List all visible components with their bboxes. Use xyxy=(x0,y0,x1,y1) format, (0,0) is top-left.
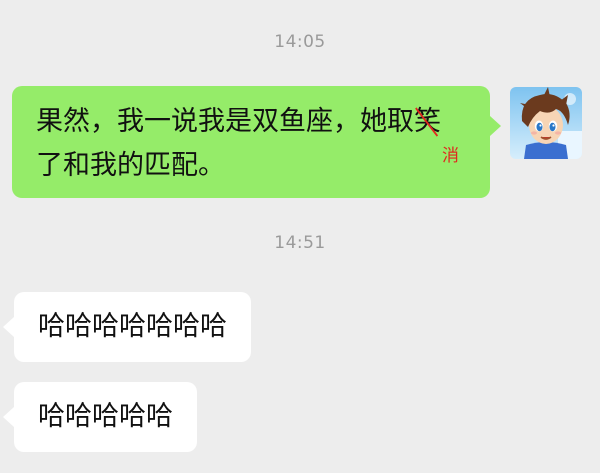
message-line-1: 果然，我一说我是双鱼座，她取笑 xyxy=(36,100,466,144)
correction-annotation: 消 xyxy=(442,146,459,166)
received-message-bubble[interactable]: 哈哈哈哈哈哈哈 xyxy=(3,292,251,362)
message-line-2: 了和我的匹配。 xyxy=(36,150,225,181)
sent-message-bubble[interactable]: 果然，我一说我是双鱼座，她取笑 了和我的匹配。 xyxy=(12,86,501,198)
struck-character: 笑 xyxy=(414,100,441,144)
message-text: 哈哈哈哈哈哈哈 xyxy=(38,311,227,342)
avatar-anime-boy-icon xyxy=(510,87,582,159)
avatar[interactable] xyxy=(510,87,582,159)
received-message-bubble[interactable]: 哈哈哈哈哈 xyxy=(3,382,197,452)
timestamp: 14:51 xyxy=(274,233,326,253)
timestamp: 14:05 xyxy=(274,32,326,52)
message-text: 哈哈哈哈哈 xyxy=(38,401,173,432)
message-text: 果然，我一说我是双鱼座，她取 xyxy=(36,106,414,137)
